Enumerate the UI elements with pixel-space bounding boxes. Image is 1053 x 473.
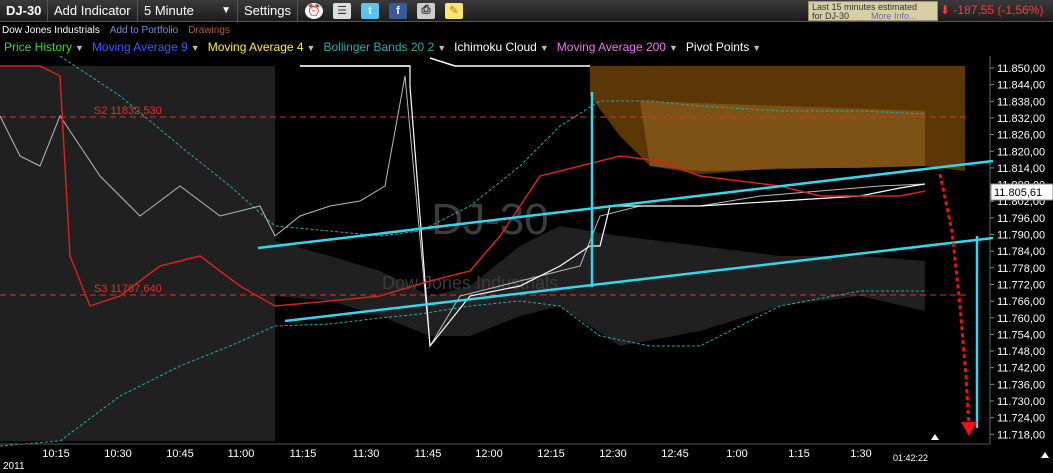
delay-line2: for DJ-30 <box>812 11 850 21</box>
y-tick-label: 11.778,00 <box>997 263 1045 275</box>
clock-label: 01:42:22 <box>893 453 928 463</box>
indicator-moving-average-4[interactable]: Moving Average 4 ▼ <box>208 40 316 54</box>
y-tick-label: 11.766,00 <box>997 296 1045 308</box>
x-tick-label: 1:15 <box>788 448 809 460</box>
delay-notice: Last 15 minutes estimated for DJ-30 More … <box>808 1 938 21</box>
indicator-ichimoku-cloud[interactable]: Ichimoku Cloud ▼ <box>454 40 549 54</box>
y-tick-label: 11.760,00 <box>997 313 1045 325</box>
down-arrow-icon: ⬇ <box>940 3 951 17</box>
y-tick-label: 11.814,00 <box>997 163 1045 175</box>
chart-svg: 11.850,00 11.844,00 11.838,00 11.832,00 11.8… <box>0 55 1053 473</box>
y-tick-label: 11.784,00 <box>997 246 1045 258</box>
y-tick-label: 11.832,00 <box>997 113 1045 125</box>
price-chart[interactable]: 11.850,00 11.844,00 11.838,00 11.832,00 11.8… <box>0 55 1053 473</box>
x-tick-label: 11:30 <box>353 448 380 460</box>
indicator-label: Ichimoku Cloud <box>454 40 537 54</box>
x-tick-label: 12:00 <box>475 448 503 460</box>
toolbar-icon-group: ⏰ ☰ t f ⎙ ✎ <box>298 0 470 22</box>
chevron-down-icon[interactable]: ▼ <box>669 43 678 53</box>
indicator-moving-average-9[interactable]: Moving Average 9 ▼ <box>92 40 200 54</box>
ichimoku-cloud-left <box>0 66 275 441</box>
symbol-selector[interactable]: DJ-30 <box>0 0 48 22</box>
add-indicator-button[interactable]: Add Indicator <box>48 0 138 22</box>
note-icon[interactable]: ✎ <box>445 2 463 19</box>
symbol-subbar: Dow Jones Industrials Add to Portfolio D… <box>0 22 1053 38</box>
x-tick-label: 12:15 <box>537 448 565 460</box>
more-info-link[interactable]: More Info... <box>871 11 917 21</box>
pivot-label-s3: S3 11767,640 <box>94 283 162 295</box>
indicator-label: Moving Average 4 <box>207 40 304 54</box>
x-tick-label: 11:15 <box>290 448 317 460</box>
interval-value: 5 Minute <box>144 3 194 18</box>
indicator-legend: Price History ▼ Moving Average 9 ▼ Moving Av… <box>0 38 1053 56</box>
y-tick-label: 11.826,00 <box>997 130 1045 142</box>
chevron-down-icon: ▼ <box>221 5 231 16</box>
x-tick-label: 12:30 <box>599 448 627 460</box>
y-tick-label: 11.754,00 <box>997 329 1045 341</box>
indicator-label: Pivot Points <box>685 40 750 54</box>
indicator-label: Price History <box>4 40 73 54</box>
add-to-portfolio-link[interactable]: Add to Portfolio <box>110 25 178 36</box>
y-tick-label: 11.820,00 <box>997 146 1045 158</box>
pivot-label-s2: S2 11832,530 <box>94 105 162 117</box>
x-tick-label: 10:15 <box>42 448 70 460</box>
y-tick-label: 11.718,00 <box>997 429 1045 441</box>
x-tick-label: 1:30 <box>850 448 871 460</box>
y-tick-label: 11.790,00 <box>997 230 1045 242</box>
x-tick-label: 10:30 <box>104 448 132 460</box>
indicator-label: Moving Average 9 <box>91 40 188 54</box>
price-change: ⬇ -187,55 (-1,56%) <box>940 3 1043 17</box>
y-tick-label: 11.748,00 <box>997 346 1045 358</box>
stack-icon[interactable]: ☰ <box>333 2 351 19</box>
y-tick-label: 11.772,00 <box>997 279 1045 291</box>
chart-app: DJ-30 Add Indicator 5 Minute ▼ Settings … <box>0 0 1053 473</box>
x-tick-label: 1:00 <box>726 448 747 460</box>
indicator-price-history[interactable]: Price History ▼ <box>4 40 84 54</box>
chevron-down-icon[interactable]: ▼ <box>191 43 200 53</box>
y-tick-label: 11.730,00 <box>997 396 1045 408</box>
current-price-label: 11.805,61 <box>994 187 1042 199</box>
chevron-down-icon[interactable]: ▼ <box>307 43 316 53</box>
print-icon[interactable]: ⎙ <box>417 2 435 19</box>
y-tick-label: 11.844,00 <box>997 80 1045 92</box>
indicator-pivot-points[interactable]: Pivot Points ▼ <box>686 40 761 54</box>
x-tick-label: 11:00 <box>228 448 255 460</box>
y-tick-label: 11.736,00 <box>997 379 1045 391</box>
x-tick-label: 10:45 <box>166 448 194 460</box>
watermark-name: Dow Jones Industrials <box>382 273 558 293</box>
indicator-label: Moving Average 200 <box>556 40 666 54</box>
chevron-down-icon[interactable]: ▼ <box>75 43 84 53</box>
interval-dropdown[interactable]: 5 Minute ▼ <box>138 0 238 22</box>
y-tick-label: 11.796,00 <box>997 213 1045 225</box>
y-tick-label: 11.724,00 <box>997 413 1045 425</box>
indicator-label: Bollinger Bands 20 2 <box>323 40 435 54</box>
facebook-icon[interactable]: f <box>389 2 407 19</box>
symbol-name: Dow Jones Industrials <box>2 24 100 36</box>
chevron-down-icon[interactable]: ▼ <box>752 43 761 53</box>
settings-button[interactable]: Settings <box>238 0 298 22</box>
alarm-clock-icon[interactable]: ⏰ <box>305 2 323 19</box>
drawings-link[interactable]: Drawings <box>188 25 230 36</box>
indicator-moving-average-200[interactable]: Moving Average 200 ▼ <box>557 40 678 54</box>
x-tick-label: 11:45 <box>415 448 442 460</box>
year-label: 2011 <box>3 461 25 472</box>
chevron-down-icon[interactable]: ▼ <box>540 43 549 53</box>
indicator-bollinger-bands-20-2[interactable]: Bollinger Bands 20 2 ▼ <box>323 40 446 54</box>
price-change-value: -187,55 (-1,56%) <box>953 3 1044 17</box>
twitter-icon[interactable]: t <box>361 2 379 19</box>
y-tick-label: 11.850,00 <box>997 63 1045 75</box>
x-tick-label: 12:45 <box>661 448 689 460</box>
y-tick-label: 11.838,00 <box>997 96 1045 108</box>
y-tick-label: 11.742,00 <box>997 363 1045 375</box>
scroll-up-icon <box>1041 452 1049 458</box>
chevron-down-icon[interactable]: ▼ <box>437 43 446 53</box>
toolbar: DJ-30 Add Indicator 5 Minute ▼ Settings … <box>0 0 1053 22</box>
